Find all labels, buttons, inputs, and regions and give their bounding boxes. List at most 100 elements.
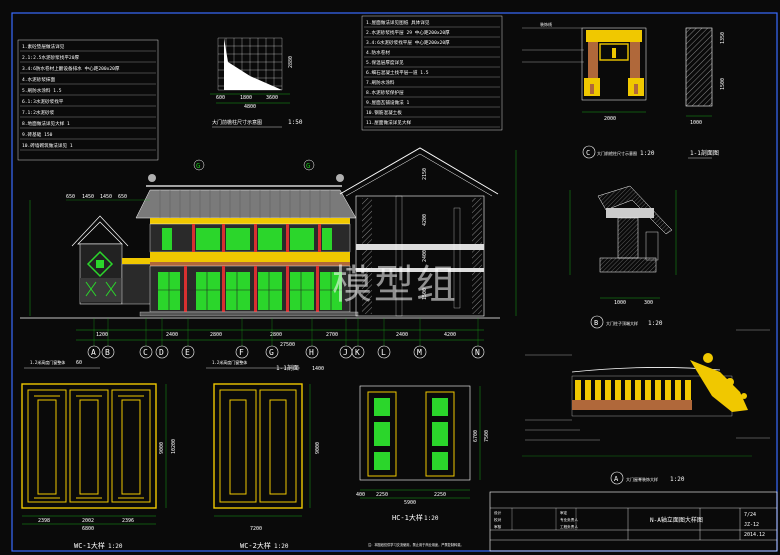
title-block-row: 工程负责人	[560, 524, 578, 529]
note-left-line: 3.4:6防水卷材上翻设备排水 中心距200x20厚	[22, 65, 120, 72]
title-block-row: 设计	[494, 510, 502, 515]
hc1-dim-total: 5900	[404, 500, 416, 506]
elev-dim-c: 2800	[210, 332, 222, 338]
wc1-dim-3: 2396	[122, 518, 134, 524]
db-dim-w2: 300	[644, 300, 653, 306]
axis-bubble-label: L	[381, 348, 386, 357]
note-mid-line: 3.4:6水泥砂浆找平层 中心距200x20厚	[366, 39, 450, 46]
hc1-detail: 400 2250 2250 5900 6700 7500 HC-1大样 1:20	[356, 385, 490, 522]
detail-b-scale: 1:20	[648, 320, 663, 327]
wc1-detail: 1.2米高度门窗整体 60 2398 2002 2396 6800 9000 1…	[21, 359, 177, 550]
top-axis-marker-1: G	[196, 162, 200, 170]
cornice-detail: 2000 装饰线 C 大门前檐柱尺寸示意图 1:20	[522, 21, 655, 159]
axis-bubble-label: N	[475, 348, 480, 357]
elev-dim-d: 2800	[270, 332, 282, 338]
note-mid-line: 11.屋面做法详见大样	[366, 119, 411, 126]
top-dim-c: 1450	[100, 194, 112, 200]
sect-dim-a: 2150	[422, 168, 428, 180]
column-dim-h1: 1350	[720, 32, 726, 44]
note-left-line: 7.1:2水泥砂浆	[22, 109, 55, 116]
graph-scale: 1:50	[288, 119, 303, 126]
wc1-dim-h2: 10200	[171, 439, 177, 454]
detail-a-title: 大门屋脊装饰大样	[626, 476, 658, 482]
hc1-dim-c: 400	[356, 492, 365, 498]
note-mid-line: 4.防水卷材	[366, 49, 390, 56]
note-left-line: 10.砖墙砌筑做法详见 1	[22, 142, 73, 149]
note-left-line: 8.地面做法详见大样 1	[22, 120, 70, 127]
notes-left-block: 1.素砼垫层做法详见 2.1:2.5水泥砂浆找平20厚 3.4:6防水卷材上翻设备排…	[17, 39, 159, 161]
note-mid-line: 2.水泥砂浆找平层 29 中心距200x20厚	[366, 29, 450, 36]
wc2-detail: 1.2米高度门窗整体 1400 1-1剖面 7200 9000 WC-2大样 1…	[206, 359, 324, 550]
axis-bubble-label: D	[159, 348, 164, 357]
note-mid-line: 5.保温层厚度详见	[366, 59, 404, 66]
note-left-line: 4.水泥砂浆抹面	[22, 76, 56, 83]
elev-dim-total: 27500	[280, 342, 295, 348]
note-left-line: 2.1:2.5水泥砂浆找平20厚	[22, 54, 79, 61]
svg-text:装饰线: 装饰线	[540, 21, 552, 27]
svg-text:B: B	[594, 319, 598, 327]
wc1-scale: 1:20	[108, 543, 123, 550]
column-section: 1000 1350 1500 1-1剖面图	[685, 27, 726, 159]
note-mid-line: 7.刷防水涂料	[366, 79, 395, 86]
column-dim-w: 1000	[690, 120, 702, 126]
title-block-row: 审核	[494, 524, 502, 529]
detail-b-title: 大门柱子顶端大样	[606, 320, 638, 326]
cornice-title: 大门前檐柱尺寸示意图	[597, 150, 637, 156]
column-section-title: 1-1剖面图	[690, 149, 719, 157]
elev-dim-e: 2700	[326, 332, 338, 338]
note-mid-line: 10.钢筋混凝土板	[366, 109, 402, 116]
wc1-dim-total: 6800	[82, 526, 94, 532]
axis-bubble-label: C	[143, 348, 148, 357]
note-mid-line: 8.水泥砂浆保护层	[366, 89, 404, 96]
watermark: 模型组	[332, 262, 458, 308]
title-block-row: 校对	[494, 517, 502, 522]
top-dim-b: 1450	[82, 194, 94, 200]
axis-bubble-label: M	[417, 348, 422, 357]
db-dim-w: 1000	[614, 300, 626, 306]
cornice-dim-w: 2000	[604, 116, 616, 122]
note-mid-line: 9.屋面瓦铺设做法 1	[366, 99, 409, 106]
note-left-line: 1.素砼垫层做法详见	[22, 43, 65, 50]
sect-dim-b: 4200	[422, 214, 428, 226]
wc1-dim-2: 2002	[82, 518, 94, 524]
title-block-code-1: 7/24	[744, 512, 756, 518]
axis-bubble-label: K	[355, 348, 360, 357]
hc1-dim-a: 2250	[376, 492, 388, 498]
axis-bubble-label: J	[343, 348, 348, 357]
axis-bubble-label: E	[185, 348, 190, 357]
axis-bubble-label: B	[105, 348, 110, 357]
hc1-dim-h2: 7500	[484, 430, 490, 442]
axis-bubble-label: G	[269, 348, 274, 357]
title-block-footer: 注：本图纸仅供学习交流使用，禁止用于商业用途，严禁复制转载。	[368, 542, 464, 547]
title-block-row: 审定	[560, 510, 568, 515]
graph-dim-a: 600	[216, 95, 225, 101]
hc1-dim-b: 2250	[434, 492, 446, 498]
detail-a-ridge: A 大门屋脊装饰大样 1:20	[522, 329, 770, 485]
hc1-scale: 1:20	[424, 515, 439, 522]
top-dim-d: 650	[118, 194, 127, 200]
top-axis-marker-2: G	[306, 162, 310, 170]
elev-dim-b: 2400	[166, 332, 178, 338]
hc1-dim-h: 6700	[473, 430, 479, 442]
hc1-title: HC-1大样	[392, 513, 423, 522]
note-mid-line: 1.屋面做法详见图纸 具体详见	[366, 19, 430, 26]
elev-dim-a: 1200	[96, 332, 108, 338]
wc1-value: 60	[76, 360, 82, 366]
graph-caption: 大门前檐柱尺寸示意图	[212, 119, 262, 126]
wc2-scale: 1:20	[274, 543, 289, 550]
wc1-dim-h: 9000	[159, 442, 165, 454]
detail-b-eaves: 1000 300 B 大门柱子顶端大样 1:20	[569, 185, 677, 329]
axis-bubble-label: A	[91, 348, 96, 357]
title-block-code-2: JZ-12	[744, 522, 759, 528]
graph-dim-b: 1800	[240, 95, 252, 101]
graph-dim-w: 4800	[244, 104, 256, 110]
note-left-line: 9.砖基础 150	[22, 131, 53, 138]
graph-dim-c: 3600	[266, 95, 278, 101]
cornice-scale: 1:20	[640, 150, 655, 157]
title-block-code-3: 2014.12	[744, 532, 765, 538]
wc1-label: 1.2米高度门窗整体	[30, 359, 65, 365]
axis-bubble-label: H	[309, 348, 314, 357]
wc2-label: 1.2米高度门窗整体	[212, 359, 247, 365]
note-mid-line: 6.细石混凝土找平层一道 1.5	[366, 69, 429, 76]
wc2-title: WC-2大样	[240, 541, 271, 550]
